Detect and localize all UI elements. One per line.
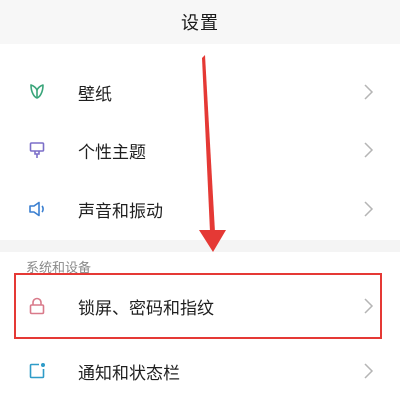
settings-item-wallpaper[interactable]: 壁纸: [0, 63, 400, 121]
notification-icon: [26, 360, 48, 382]
page-title: 设置: [181, 13, 219, 34]
chevron-right-icon: [364, 142, 374, 158]
section-divider: [0, 240, 400, 252]
settings-item-notifications[interactable]: 通知和状态栏: [0, 342, 400, 400]
chevron-right-icon: [364, 84, 374, 100]
wallpaper-icon: [26, 81, 48, 103]
chevron-right-icon: [364, 201, 374, 217]
highlight-box: [14, 273, 382, 339]
settings-item-label: 声音和振动: [78, 201, 163, 222]
settings-item-sound[interactable]: 声音和振动: [0, 180, 400, 238]
theme-icon: [26, 139, 48, 161]
sound-icon: [26, 198, 48, 220]
chevron-right-icon: [364, 363, 374, 379]
settings-item-label: 壁纸: [78, 84, 112, 105]
title-bar: 设置: [0, 0, 400, 44]
settings-item-theme[interactable]: 个性主题: [0, 121, 400, 179]
settings-item-label: 通知和状态栏: [78, 363, 180, 384]
settings-item-label: 个性主题: [78, 142, 146, 163]
